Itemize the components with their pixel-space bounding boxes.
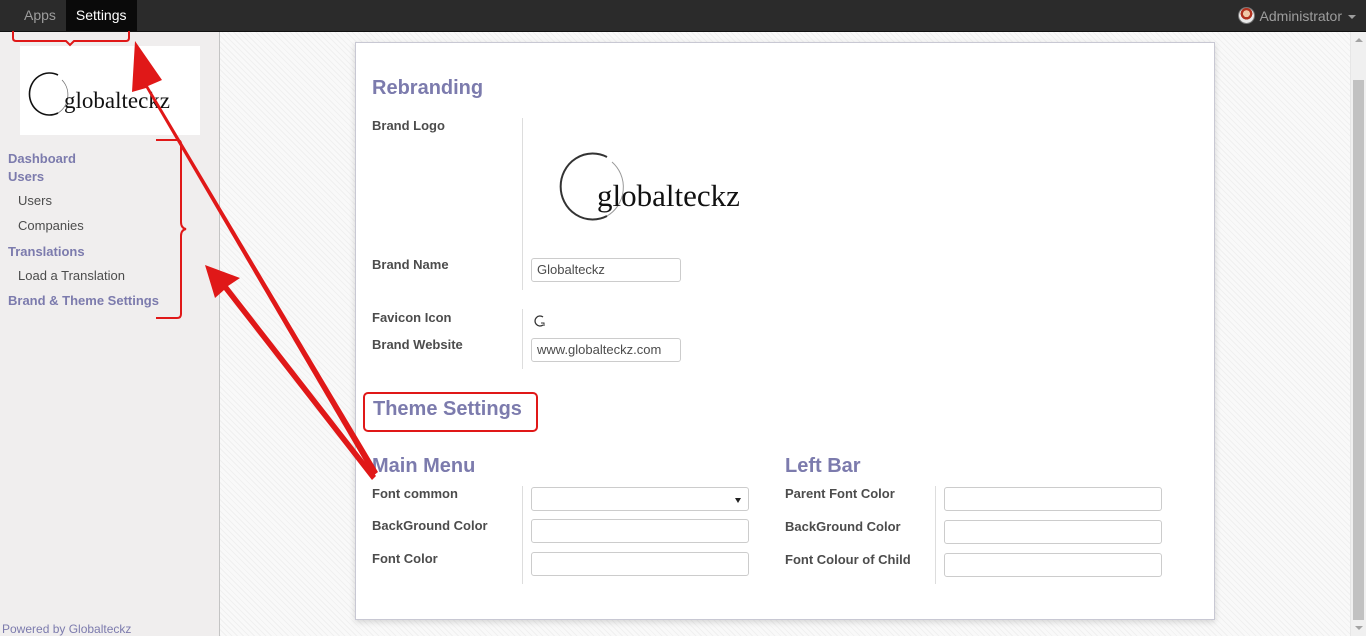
brand-name-input[interactable]: Globalteckz (531, 258, 681, 282)
form-sheet: Rebranding Brand Logo globalteckz Brand … (355, 42, 1215, 620)
powered-by-footer[interactable]: Powered by Globalteckz (2, 622, 131, 636)
child-font-colour-input[interactable] (944, 553, 1162, 577)
vertical-scrollbar[interactable] (1350, 32, 1366, 636)
field-divider (522, 486, 523, 584)
brand-logo-text: globalteckz (597, 178, 740, 213)
left-background-color-label: BackGround Color (785, 519, 901, 534)
user-menu[interactable]: Administrator (1237, 0, 1356, 31)
child-font-colour-label: Font Colour of Child (785, 552, 911, 567)
brand-logo-svg: globalteckz (559, 152, 740, 221)
brand-name-label: Brand Name (372, 257, 449, 272)
sidebar-item-companies[interactable]: Companies (0, 213, 219, 238)
scroll-down-button[interactable] (1351, 620, 1366, 636)
parent-font-color-label: Parent Font Color (785, 486, 895, 501)
font-common-select[interactable] (531, 487, 749, 511)
favicon-icon[interactable] (533, 314, 547, 328)
main-font-color-label: Font Color (372, 551, 438, 566)
avatar (1237, 7, 1255, 24)
left-background-color-input[interactable] (944, 520, 1162, 544)
sidebar-item-translations[interactable]: Translations (0, 243, 219, 261)
user-name: Administrator (1259, 7, 1342, 24)
parent-font-color-input[interactable] (944, 487, 1162, 511)
main-background-color-input[interactable] (531, 519, 749, 543)
field-divider (522, 309, 523, 369)
brand-website-input[interactable]: www.globalteckz.com (531, 338, 681, 362)
top-menu: Apps Settings (14, 0, 137, 31)
globalteckz-logo: globalteckz (28, 72, 170, 116)
field-divider (522, 118, 523, 290)
sidebar-item-users-section[interactable]: Users (0, 168, 219, 186)
favicon-icon-label: Favicon Icon (372, 310, 452, 325)
sidebar-item-load-translation[interactable]: Load a Translation (0, 263, 219, 288)
logo-text: globalteckz (64, 88, 170, 113)
annotation-box-theme-settings (363, 392, 538, 432)
main-menu-title: Main Menu (372, 455, 476, 477)
top-navbar: Apps Settings Administrator (0, 0, 1366, 32)
scroll-up-button[interactable] (1351, 32, 1366, 48)
chevron-down-icon (735, 498, 741, 503)
field-divider (935, 486, 936, 584)
company-logo[interactable]: globalteckz (20, 46, 200, 135)
brand-website-label: Brand Website (372, 337, 463, 352)
chevron-down-icon (1348, 14, 1356, 19)
sidebar-item-users[interactable]: Users (0, 188, 219, 213)
brand-logo-label: Brand Logo (372, 118, 445, 133)
sidebar-item-dashboard[interactable]: Dashboard (0, 150, 219, 168)
arrow-up-icon (1355, 38, 1363, 42)
sidebar-nav: Dashboard Users Users Companies Translat… (0, 150, 219, 310)
main-background-color-label: BackGround Color (372, 518, 488, 533)
menu-apps[interactable]: Apps (14, 0, 66, 31)
arrow-down-icon (1355, 626, 1363, 630)
brand-logo-image[interactable]: globalteckz (544, 148, 784, 228)
favicon-svg (534, 315, 545, 327)
menu-settings[interactable]: Settings (65, 0, 137, 31)
left-bar-title: Left Bar (785, 455, 861, 477)
rebranding-title: Rebranding (372, 77, 484, 99)
sidebar: globalteckz Dashboard Users Users Compan… (0, 32, 220, 636)
sidebar-item-brand-theme-settings[interactable]: Brand & Theme Settings (0, 292, 219, 310)
scroll-thumb[interactable] (1353, 80, 1364, 620)
main-font-color-input[interactable] (531, 552, 749, 576)
font-common-label: Font common (372, 486, 458, 501)
